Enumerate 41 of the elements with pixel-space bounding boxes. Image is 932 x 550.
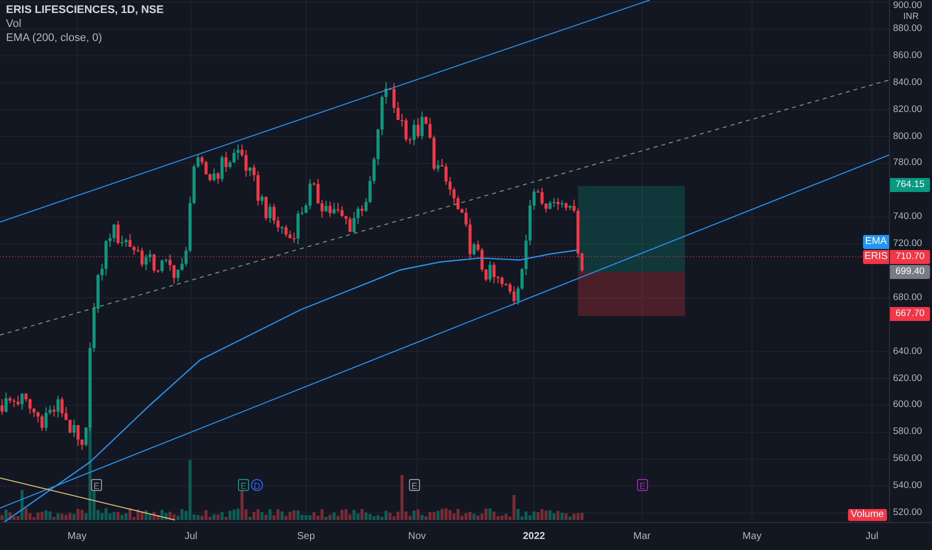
price-tag: 667.70 xyxy=(890,307,930,322)
dividend-marker[interactable]: D xyxy=(251,479,263,491)
legend-label: Vol xyxy=(6,18,22,30)
price-axis-label: 860.00 xyxy=(893,48,922,63)
price-axis-label: 720.00 xyxy=(893,237,922,252)
time-axis-label: May xyxy=(66,531,88,542)
price-axis-label: 520.00 xyxy=(893,506,922,520)
earnings-marker[interactable]: E xyxy=(409,479,420,491)
price-axis-label: 620.00 xyxy=(893,372,922,386)
earnings-marker[interactable]: E xyxy=(637,479,648,491)
time-axis-label: Jul xyxy=(184,531,198,542)
earnings-marker[interactable]: E xyxy=(91,479,102,491)
price-axis-label: 840.00 xyxy=(893,76,922,90)
price-tag: 699.40 xyxy=(890,264,930,279)
price-axis-label: 900.00 xyxy=(893,0,922,12)
earnings-marker[interactable]: E xyxy=(238,479,249,491)
price-axis-label: 780.00 xyxy=(893,156,922,170)
price-axis-label: 680.00 xyxy=(893,290,922,305)
time-axis-label: Jul xyxy=(864,531,880,542)
volume-badge: Volume xyxy=(848,509,887,521)
price-axis-label: 580.00 xyxy=(893,425,922,440)
price-axis-label: 640.00 xyxy=(893,344,922,359)
price-axis-label: 540.00 xyxy=(893,479,922,494)
price-axis-label: 740.00 xyxy=(893,210,922,224)
time-axis-label: Mar xyxy=(632,531,652,542)
price-axis-label: 600.00 xyxy=(893,398,922,412)
time-axis-label: 2022 xyxy=(522,531,546,542)
price-tag: 710.70 xyxy=(890,250,930,264)
time-axis-label: Sep xyxy=(296,531,316,542)
legend-label: EMA (200, close, 0) xyxy=(6,32,103,44)
symbol-tag: ERIS xyxy=(863,250,889,264)
price-axis-label: 880.00 xyxy=(893,22,922,36)
time-axis-label: May xyxy=(742,531,762,542)
currency-label: INR xyxy=(902,11,920,21)
price-axis-label: 800.00 xyxy=(893,130,922,144)
indicator-tag: EMA xyxy=(863,234,889,249)
price-tag: 764.15 xyxy=(890,178,930,192)
price-axis-label: 560.00 xyxy=(893,452,922,466)
price-axis-label: 820.00 xyxy=(893,102,922,117)
chart-title: ERIS LIFESCIENCES, 1D, NSE xyxy=(6,4,164,16)
time-axis-label: Nov xyxy=(407,531,427,542)
